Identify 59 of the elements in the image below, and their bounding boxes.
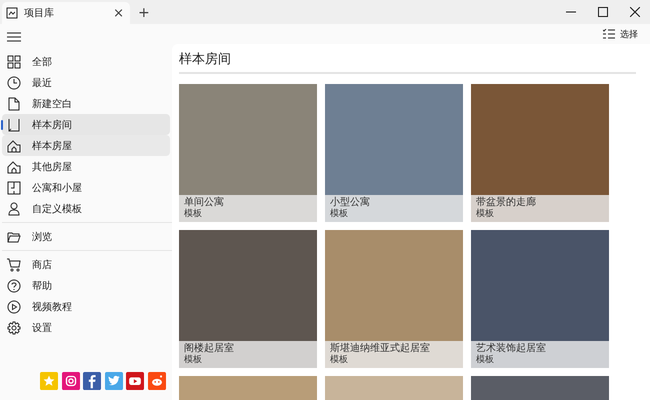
- sidebar-item[interactable]: 公寓和小屋: [2, 177, 170, 198]
- sidebar-item[interactable]: 样本房屋: [2, 135, 170, 156]
- card-title: 斯堪迪纳维亚式起居室: [330, 343, 431, 354]
- sidebar-item[interactable]: 样本房间: [2, 114, 170, 135]
- template-card[interactable]: 带盆景的走廊 模板: [471, 84, 609, 222]
- settings-icon: [7, 320, 21, 334]
- template-card[interactable]: 单间公寓 模板: [179, 84, 317, 222]
- sidebar-item[interactable]: 设置: [2, 317, 170, 338]
- new-tab-button[interactable]: +: [138, 6, 150, 20]
- sidebar-item[interactable]: 新建空白: [2, 93, 170, 114]
- folder-icon: [7, 230, 21, 244]
- sidebar-item[interactable]: 其他房屋: [2, 156, 170, 177]
- person-icon: [7, 202, 21, 216]
- menu-icon[interactable]: [7, 32, 21, 42]
- social-media-icon[interactable]: [148, 372, 166, 390]
- sidebar-item[interactable]: 最近: [2, 72, 170, 93]
- select-button[interactable]: 选择: [601, 26, 640, 42]
- tab-title: 项目库: [24, 6, 55, 20]
- document-icon: [7, 96, 21, 110]
- tab[interactable]: 项目库 ×: [2, 2, 130, 24]
- cart-icon: [7, 258, 21, 272]
- card-title: 带盆景的走廊: [476, 197, 537, 208]
- card-title: 小型公寓: [330, 197, 371, 208]
- sidebar-item[interactable]: 全部: [2, 51, 170, 72]
- floor-plan-icon: [7, 180, 21, 194]
- grid-icon: [7, 54, 21, 68]
- sidebar-item[interactable]: 自定义模板: [2, 198, 170, 219]
- sidebar-item[interactable]: 帮助: [2, 275, 170, 296]
- house-icon: [7, 138, 21, 152]
- close-icon[interactable]: [630, 7, 640, 17]
- social-media-icon[interactable]: [83, 372, 101, 390]
- card-title: 阁楼起居室: [184, 343, 235, 354]
- card-subtitle: 模板: [184, 209, 203, 220]
- checklist-icon: [603, 29, 615, 39]
- template-card[interactable]: 斯堪迪纳维亚式起居室 模板: [325, 230, 463, 368]
- social-media-icon[interactable]: [126, 372, 144, 390]
- sidebar-item[interactable]: 浏览: [2, 226, 170, 247]
- card-subtitle: 模板: [184, 355, 203, 366]
- close-tab-button[interactable]: ×: [111, 6, 126, 20]
- card-subtitle: 模板: [330, 355, 349, 366]
- help-icon: [7, 278, 21, 292]
- sidebar-item[interactable]: 视频教程: [2, 296, 170, 317]
- card-subtitle: 模板: [476, 209, 495, 220]
- card-title: 单间公寓: [184, 197, 225, 208]
- play-icon: [7, 300, 21, 314]
- template-card[interactable]: 小型公寓 模板: [325, 84, 463, 222]
- social-media-icon[interactable]: [104, 372, 122, 390]
- room-icon: [7, 118, 21, 132]
- template-card[interactable]: 艺术装饰起居室 模板: [471, 230, 609, 368]
- card-subtitle: 模板: [330, 209, 349, 220]
- section-title: 样本房间: [179, 50, 636, 74]
- house-icon: [7, 160, 21, 174]
- social-media-icon[interactable]: [62, 372, 80, 390]
- template-card[interactable]: 阁楼起居室 模板: [179, 230, 317, 368]
- maximize-icon[interactable]: [598, 7, 608, 17]
- card-subtitle: 模板: [476, 355, 495, 366]
- clock-icon: [7, 76, 21, 90]
- card-title: 艺术装饰起居室: [476, 343, 547, 354]
- sidebar-item[interactable]: 商店: [2, 254, 170, 275]
